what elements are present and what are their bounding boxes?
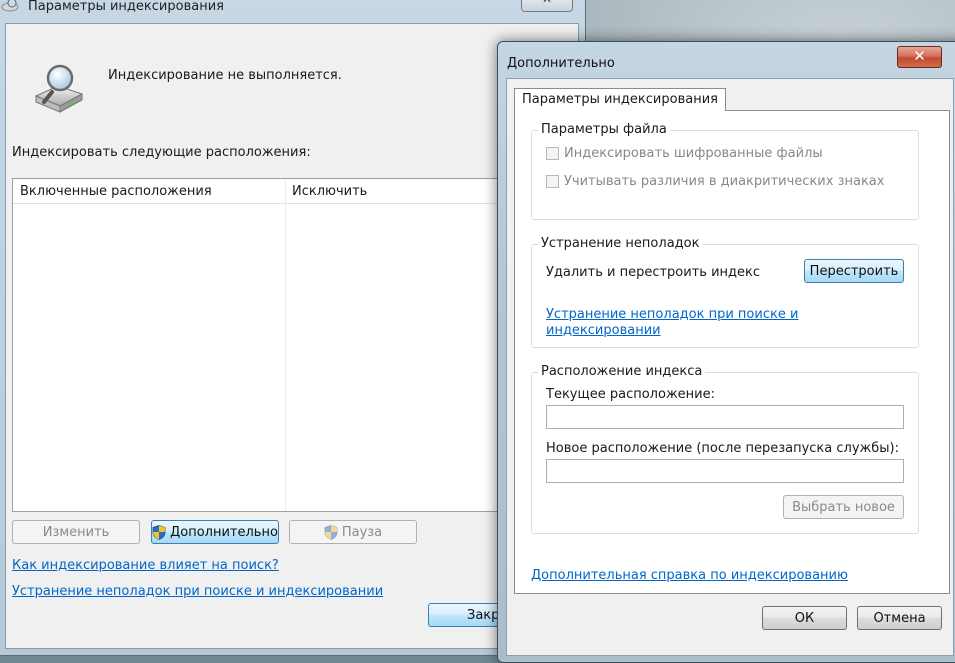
window-title: Параметры индексирования	[28, 0, 224, 14]
locations-label: Индексировать следующие расположения:	[12, 145, 311, 160]
modify-label: Изменить	[42, 524, 110, 540]
column-header-exclude[interactable]: Исключить	[292, 184, 367, 199]
new-location-label: Новое расположение (после перезапуска сл…	[546, 441, 899, 456]
window-client-area: Индексирование не выполняется. Индексиро…	[5, 23, 579, 649]
diacritics-label: Учитывать различия в диакритических знак…	[564, 174, 885, 189]
current-location-label: Текущее расположение:	[546, 387, 715, 402]
indexing-help-link[interactable]: Дополнительная справка по индексированию	[531, 568, 848, 583]
close-icon: ✕	[542, 0, 552, 6]
pause-label: Пауза	[341, 524, 383, 540]
locations-list[interactable]: Включенные расположения Исключить	[12, 178, 504, 512]
advanced-label: Дополнительно	[170, 524, 278, 540]
list-header: Включенные расположения Исключить	[13, 179, 503, 204]
uac-shield-icon	[152, 524, 166, 540]
uac-shield-icon	[324, 524, 338, 540]
how-indexing-affects-search-link[interactable]: Как индексирование влияет на поиск?	[12, 558, 279, 573]
tab-indexing-settings[interactable]: Параметры индексирования	[514, 88, 726, 111]
drive-magnifier-icon	[34, 64, 84, 113]
ok-label: ОК	[794, 610, 815, 626]
troubleshooting-title: Устранение неполадок	[538, 236, 703, 251]
diacritics-checkbox[interactable]	[546, 175, 559, 188]
indexing-status: Индексирование не выполняется.	[108, 68, 342, 83]
column-separator	[285, 179, 286, 511]
select-new-label: Выбрать новое	[792, 499, 895, 515]
index-location-title: Расположение индекса	[538, 364, 706, 379]
ok-button[interactable]: ОК	[762, 606, 847, 630]
select-new-button[interactable]: Выбрать новое	[783, 495, 904, 519]
rebuild-label: Перестроить	[809, 263, 899, 279]
current-location-field[interactable]	[546, 405, 904, 429]
pause-button[interactable]: Пауза	[289, 520, 417, 544]
file-settings-title: Параметры файла	[538, 122, 670, 137]
cancel-button[interactable]: Отмена	[857, 606, 942, 630]
dialog-close-button[interactable]: ✕	[897, 46, 942, 68]
new-location-field[interactable]	[546, 459, 904, 483]
advanced-options-dialog: Дополнительно ✕ Параметры индексирования…	[497, 41, 955, 663]
dialog-client-area: Параметры индексирования Параметры файла…	[506, 78, 954, 656]
rebuild-index-text: Удалить и перестроить индекс	[546, 265, 761, 280]
column-header-included[interactable]: Включенные расположения	[20, 184, 212, 199]
troubleshoot-link-line2[interactable]: индексировании	[546, 323, 661, 338]
index-location-group: Расположение индекса Текущее расположени…	[531, 364, 919, 534]
cancel-label: Отмена	[873, 610, 926, 626]
encrypted-files-label: Индексировать шифрованные файлы	[564, 146, 823, 161]
window-close-button[interactable]: ✕	[521, 0, 573, 12]
close-label: Закр	[467, 607, 500, 623]
tab-panel: Параметры файла Индексировать шифрованны…	[514, 110, 950, 594]
encrypted-files-option[interactable]: Индексировать шифрованные файлы	[546, 146, 823, 161]
modify-button[interactable]: Изменить	[12, 520, 140, 544]
troubleshooting-group: Устранение неполадок Удалить и перестрои…	[531, 236, 919, 348]
troubleshoot-search-indexing-link[interactable]: Устранение неполадок при поиске и индекс…	[12, 584, 383, 599]
diacritics-option[interactable]: Учитывать различия в диакритических знак…	[546, 174, 884, 189]
close-icon: ✕	[913, 47, 926, 65]
dialog-title: Дополнительно	[507, 56, 615, 71]
advanced-button[interactable]: Дополнительно	[151, 520, 279, 544]
encrypted-files-checkbox[interactable]	[546, 147, 559, 160]
indexing-icon	[1, 0, 19, 12]
troubleshoot-link-line1[interactable]: Устранение неполадок при поиске и	[546, 307, 798, 322]
file-settings-group: Параметры файла Индексировать шифрованны…	[531, 122, 919, 220]
rebuild-button[interactable]: Перестроить	[804, 259, 904, 283]
